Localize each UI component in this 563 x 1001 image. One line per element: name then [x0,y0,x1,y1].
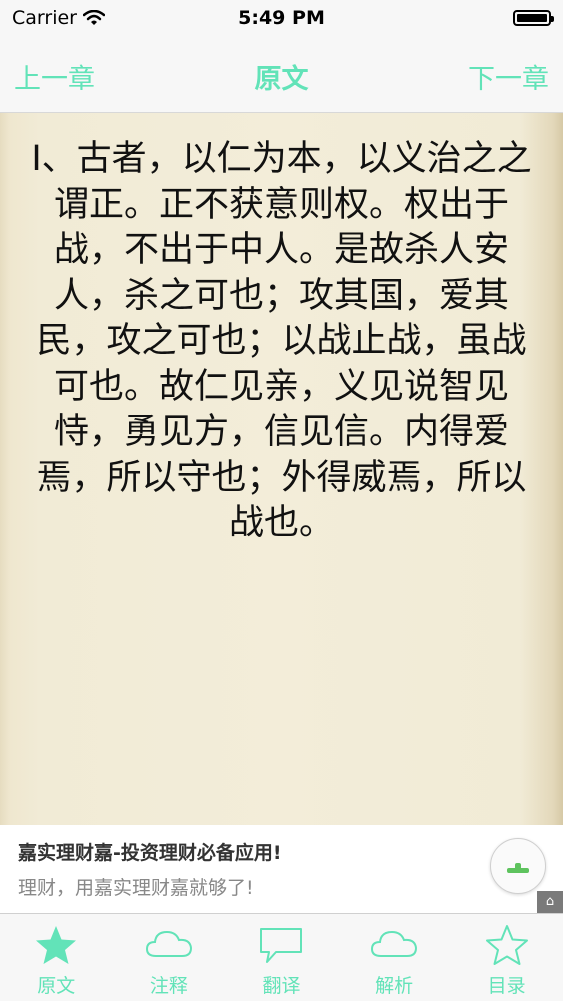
cloud-icon [144,924,194,966]
ad-app-icon[interactable] [490,838,546,894]
ad-title: 嘉实理财嘉-投资理财必备应用! [18,842,282,864]
tab-label: 解析 [375,975,414,997]
star-filled-icon [31,924,81,966]
ad-subtitle: 理财，用嘉实理财嘉就够了! [18,877,254,899]
next-chapter-button[interactable]: 下一章 [468,57,549,96]
navigation-bar: 上一章 原文 下一章 [0,40,563,113]
status-time: 5:49 PM [238,7,325,29]
cloud-icon [369,924,419,966]
original-text: I、古者，以仁为本，以义治之之谓正。正不获意则权。权出于战，不出于中人。是故杀人… [31,139,532,543]
tab-label: 翻译 [262,975,301,997]
star-outline-icon [482,924,532,966]
tab-notes[interactable]: 注释 [113,914,226,1001]
reading-pane[interactable]: I、古者，以仁为本，以义治之之谓正。正不获意则权。权出于战，不出于中人。是故杀人… [0,113,563,825]
battery-icon [513,10,554,26]
tab-label: 原文 [37,975,76,997]
tab-bar: 原文 注释 翻译 解析 目录 [0,913,563,1001]
tab-translation[interactable]: 翻译 [225,914,338,1001]
tab-label: 目录 [487,975,526,997]
tab-contents[interactable]: 目录 [450,914,563,1001]
ad-badge-icon: ⌂ [537,891,563,913]
status-bar: Carrier 5:49 PM [0,0,563,40]
tab-analysis[interactable]: 解析 [338,914,451,1001]
tab-label: 注释 [149,975,188,997]
ad-banner[interactable]: 嘉实理财嘉-投资理财必备应用! 理财，用嘉实理财嘉就够了! ⌂ [0,825,563,913]
tab-original[interactable]: 原文 [0,914,113,1001]
speech-bubble-icon [256,924,306,966]
